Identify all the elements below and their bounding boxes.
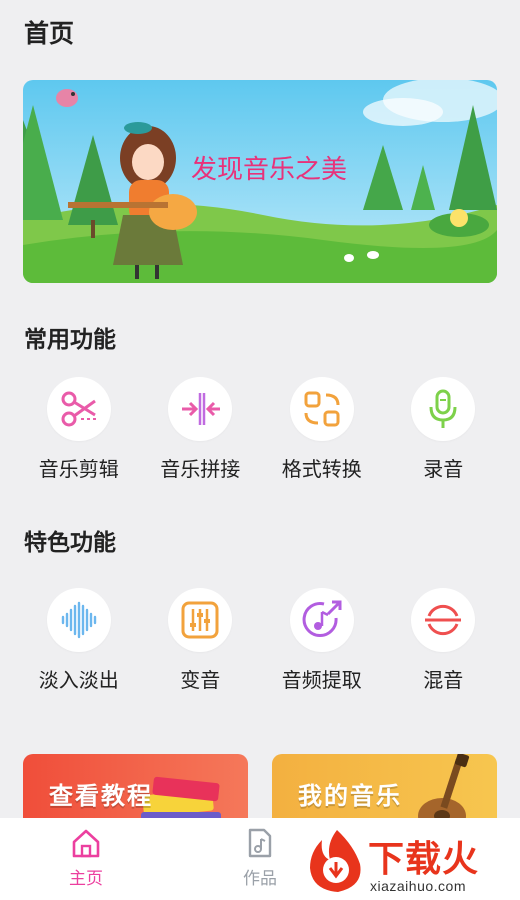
- flame-logo-icon: [310, 830, 361, 892]
- featured-functions-grid: 淡入淡出 变音 音频提取 混音: [18, 588, 504, 693]
- tool-music-merge[interactable]: 音乐拼接: [140, 377, 262, 482]
- merge-icon: [168, 377, 233, 441]
- tool-mix[interactable]: 混音: [383, 588, 505, 693]
- tool-label: 音乐拼接: [160, 457, 241, 481]
- tool-label: 变音: [180, 668, 221, 692]
- tool-fade[interactable]: 淡入淡出: [18, 588, 140, 693]
- tool-music-cut[interactable]: 音乐剪辑: [18, 377, 140, 482]
- tool-voice-change[interactable]: 变音: [140, 588, 262, 693]
- tool-label: 音频提取: [281, 668, 362, 692]
- music-file-icon: [248, 828, 272, 858]
- tool-label: 格式转换: [281, 457, 362, 481]
- tool-label: 混音: [423, 668, 464, 692]
- convert-icon: [289, 377, 354, 441]
- home-banner[interactable]: 发现音乐之美: [23, 80, 497, 283]
- watermark-url: xiazaihuo.com: [370, 878, 466, 894]
- nav-label-works: 作品: [243, 869, 277, 889]
- watermark-text: 下载火: [368, 839, 480, 880]
- common-functions-grid: 音乐剪辑 音乐拼接 格式转换 录音: [18, 377, 504, 482]
- banner-illustration: 发现音乐之美: [23, 80, 497, 283]
- tool-label: 录音: [423, 457, 464, 481]
- tool-label: 淡入淡出: [38, 668, 119, 692]
- nav-label-home: 主页: [69, 869, 103, 889]
- tutorial-card-label: 查看教程: [49, 782, 153, 810]
- tool-audio-extract[interactable]: 音频提取: [261, 588, 383, 693]
- mix-icon: [411, 588, 476, 652]
- my-music-card-label: 我的音乐: [298, 782, 402, 810]
- tool-label: 音乐剪辑: [38, 457, 119, 481]
- scissors-icon: [46, 377, 111, 441]
- tool-record[interactable]: 录音: [383, 377, 505, 482]
- home-icon: [72, 829, 100, 858]
- page-title: 首页: [24, 19, 75, 48]
- banner-slogan: 发现音乐之美: [191, 155, 347, 185]
- extract-music-icon: [289, 588, 354, 652]
- waveform-icon: [46, 588, 111, 652]
- common-functions-title: 常用功能: [24, 327, 116, 353]
- equalizer-icon: [168, 588, 233, 652]
- nav-item-works[interactable]: 作品: [220, 828, 300, 889]
- tool-format-convert[interactable]: 格式转换: [261, 377, 383, 482]
- nav-item-home[interactable]: 主页: [46, 828, 126, 889]
- watermark: 下载火 xiazaihuo.com: [304, 826, 514, 900]
- featured-functions-title: 特色功能: [24, 530, 116, 556]
- microphone-icon: [411, 377, 476, 441]
